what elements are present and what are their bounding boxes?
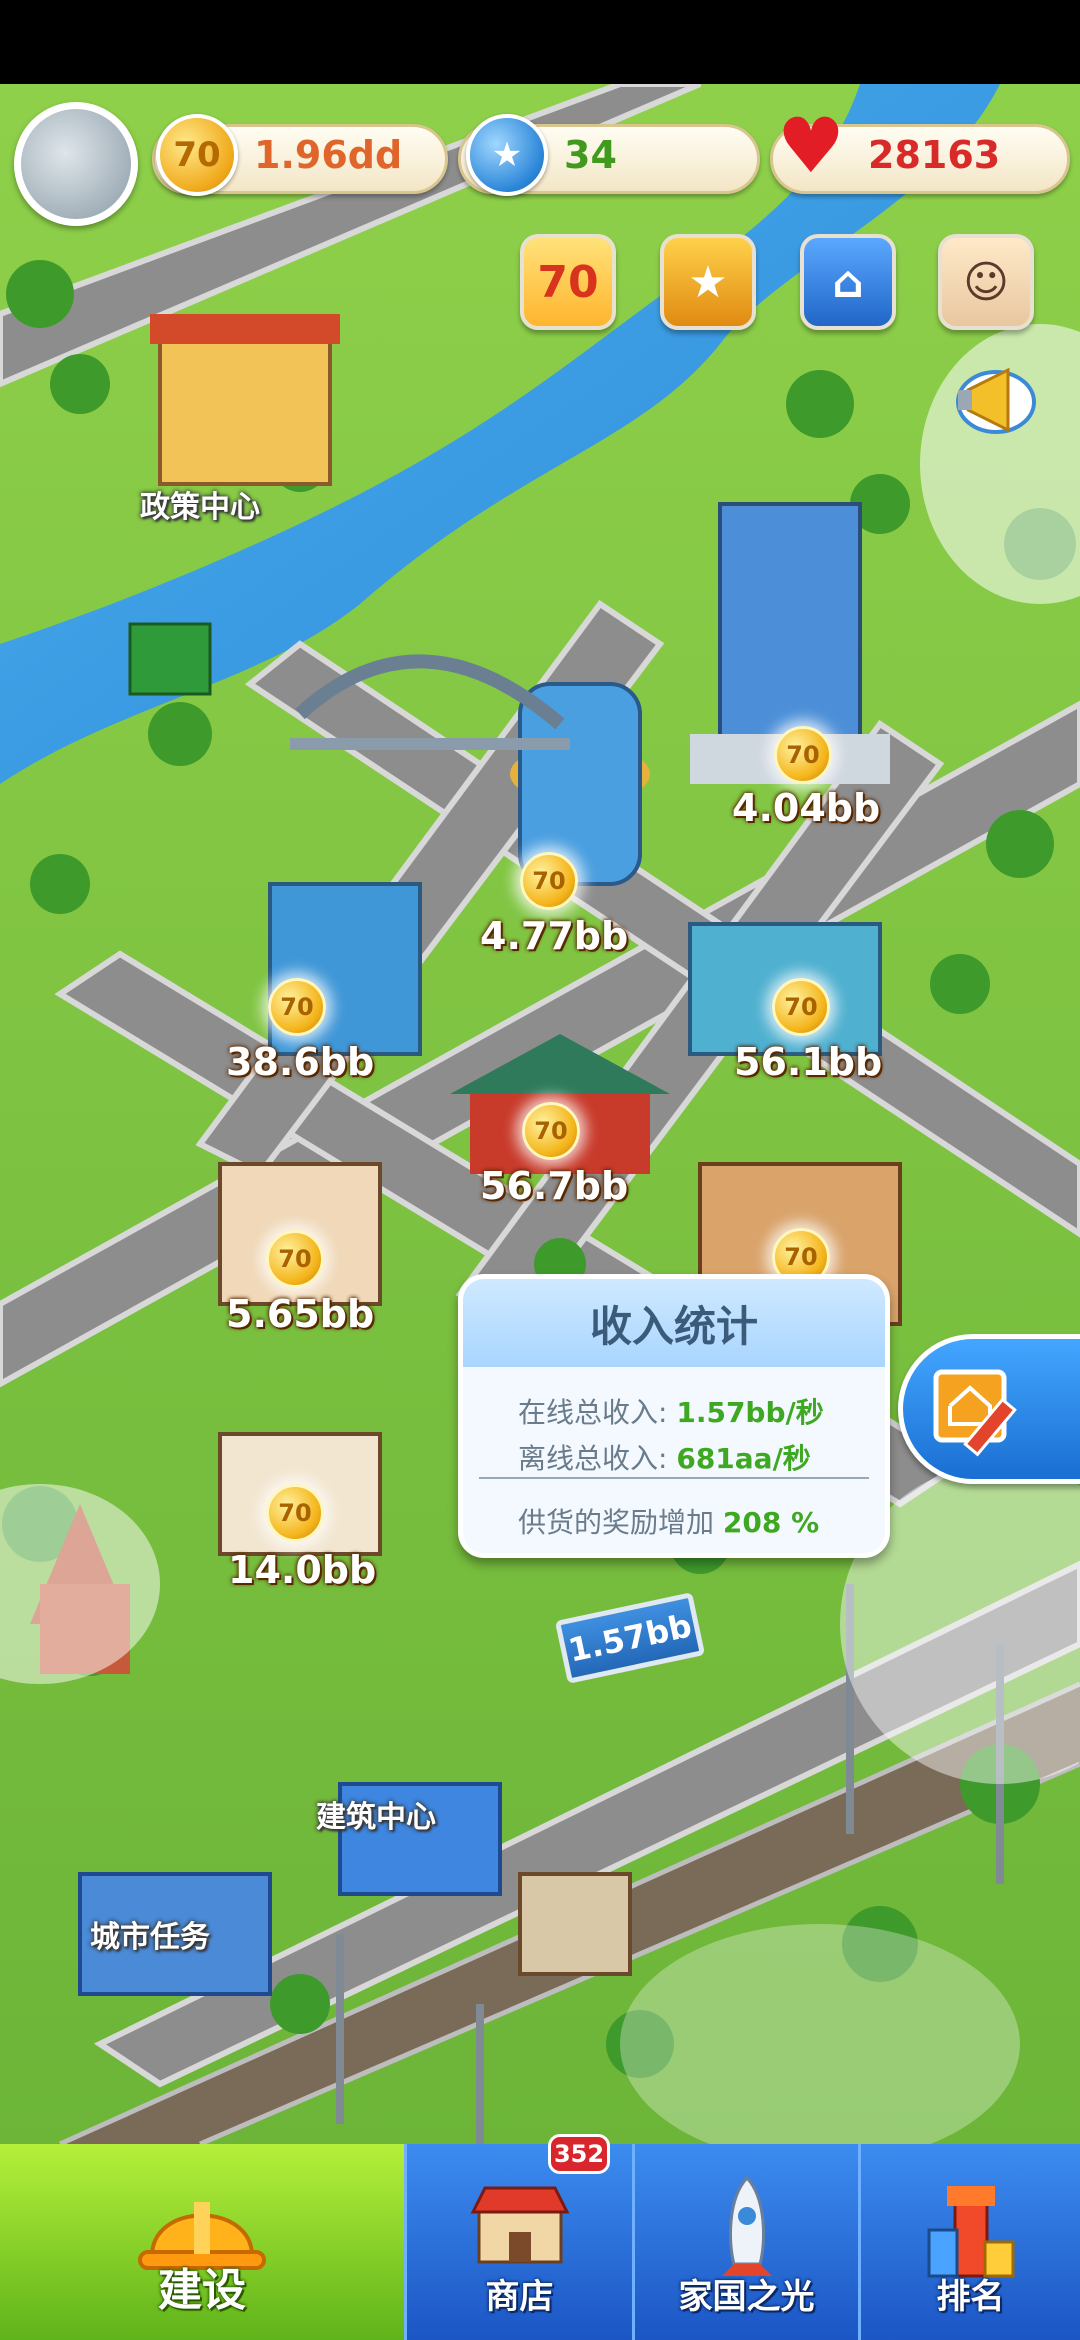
supply-bonus-label: 供货的奖励增加 [518,1506,715,1539]
gems-value: 34 [564,133,617,177]
income-value: 4.04bb [732,786,881,830]
online-income-label: 在线总收入: [518,1396,668,1429]
status-bar [0,0,1080,84]
offline-income-label: 离线总收入: [518,1442,668,1475]
megaphone-icon[interactable] [938,344,1038,444]
income-coin-icon[interactable]: 70 [772,978,830,1036]
stats-divider [479,1477,869,1479]
nav-glory-label: 家国之光 [678,2277,815,2317]
income-coin-icon[interactable]: 70 [268,978,326,1036]
income-value: 38.6bb [226,1040,375,1084]
nav-shop-label: 商店 [485,2277,554,2317]
anniversary-event-button[interactable]: 70 [520,234,616,330]
nav-rank[interactable]: 排名 [858,2144,1080,2340]
income-stats-panel[interactable]: 收入统计 在线总收入: 1.57bb/秒 离线总收入: 681aa/秒 供货的奖… [458,1274,890,1558]
nav-glory[interactable]: 家国之光 [632,2144,858,2340]
family-event-button[interactable]: ☺ [938,234,1034,330]
shop-notification-badge: 352 [548,2134,610,2174]
building-label-policy-center[interactable]: 政策中心 [140,482,260,526]
income-value: 5.65bb [226,1292,375,1336]
nav-build[interactable]: 建设 [0,2144,404,2340]
income-coin-icon[interactable]: 70 [522,1102,580,1160]
offline-income-value: 681aa/秒 [676,1442,811,1475]
supply-bonus-value: 208 % [722,1506,820,1539]
player-avatar[interactable] [14,102,138,226]
coin-icon: 70 [156,114,238,196]
bridge-event-button[interactable]: ⌂ [800,234,896,330]
building-label-construction-center[interactable]: 建筑中心 [316,1792,436,1836]
income-coin-icon[interactable]: 70 [774,726,832,784]
stats-title: 收入统计 [463,1279,885,1367]
nav-build-label: 建设 [158,2265,246,2316]
family-icon: ☺ [963,256,1009,308]
hearts-value: 28163 [868,133,1001,177]
nav-rank-label: 排名 [936,2277,1005,2317]
handshake-icon: ★ [688,256,728,308]
coins-value: 1.96dd [254,133,403,177]
anniversary-70-icon: 70 [537,256,599,308]
offline-income-row: 离线总收入: 681aa/秒 [518,1437,811,1477]
bridge-icon: ⌂ [832,256,864,308]
podium-icon [927,2186,1014,2278]
building-label-city-missions[interactable]: 城市任务 [90,1912,210,1956]
rocket-icon [721,2175,772,2276]
income-value: 4.77bb [480,914,629,958]
blueprint-pencil-icon [933,1369,1017,1457]
income-value: 56.1bb [734,1040,883,1084]
income-coin-icon[interactable]: 70 [520,852,578,910]
heart-icon: ♥ [776,100,846,190]
income-coin-icon[interactable]: 70 [266,1230,324,1288]
income-value: 14.0bb [228,1548,377,1592]
supply-bonus-row: 供货的奖励增加 208 % [518,1501,819,1541]
bottom-nav: 建设 商店 家国之光 排名 [0,2144,1080,2340]
billboard-value: 1.57bb [565,1606,695,1670]
star-gem-icon: ★ [466,114,548,196]
online-income-value: 1.57bb/秒 [676,1396,824,1429]
online-income-row: 在线总收入: 1.57bb/秒 [518,1391,824,1431]
income-coin-icon[interactable]: 70 [266,1484,324,1542]
shop-icon [470,2186,569,2264]
handshake-event-button[interactable]: ★ [660,234,756,330]
income-value: 56.7bb [480,1164,629,1208]
